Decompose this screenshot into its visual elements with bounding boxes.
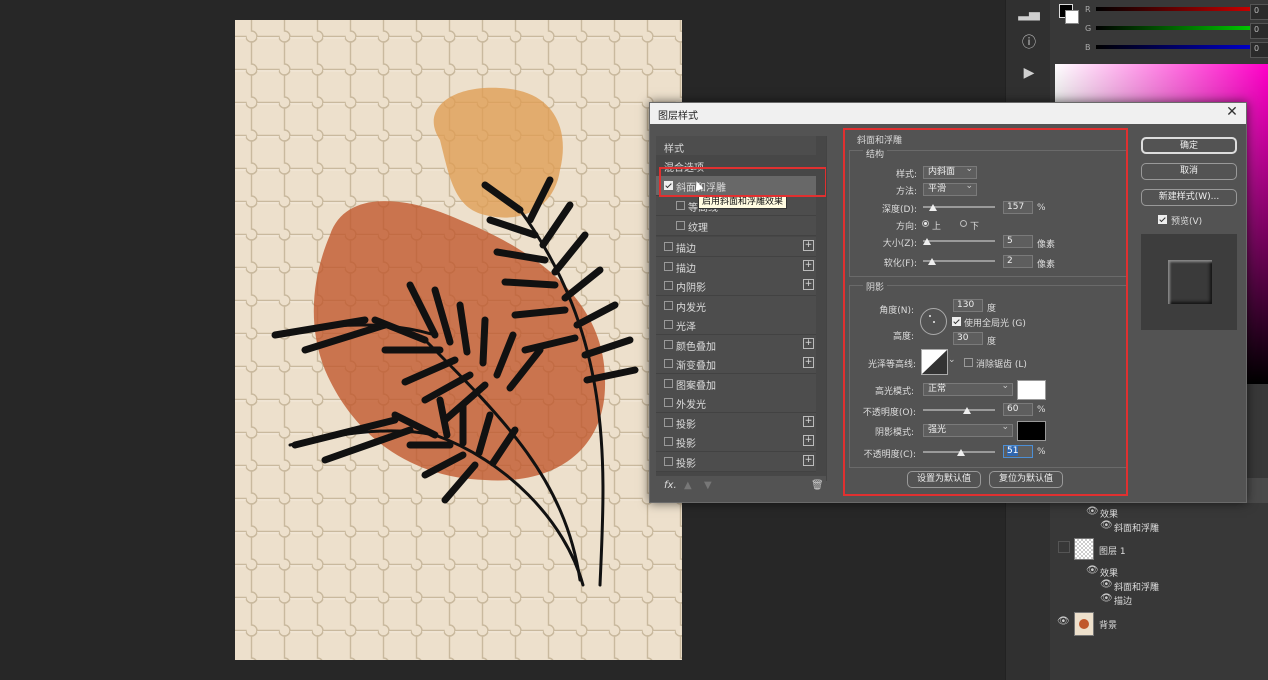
g-value[interactable]: 0 bbox=[1250, 23, 1268, 39]
document-canvas[interactable] bbox=[235, 20, 682, 660]
checkbox[interactable] bbox=[664, 359, 673, 368]
checkbox[interactable] bbox=[664, 437, 673, 446]
visibility-toggle[interactable] bbox=[1058, 541, 1070, 553]
style-item[interactable]: 外发光 bbox=[656, 393, 816, 413]
add-icon[interactable]: + bbox=[803, 357, 814, 368]
eye-icon[interactable]: 👁 bbox=[1086, 565, 1099, 576]
g-label: G bbox=[1085, 24, 1092, 33]
r-value[interactable]: 0 bbox=[1250, 4, 1268, 20]
checkbox[interactable] bbox=[676, 221, 685, 230]
checkbox[interactable] bbox=[664, 417, 673, 427]
layer-style-dialog: 图层样式 ✕ 样式 混合选项 斜面和浮雕 等高线 纹理 描边+描边+内阴影+内发… bbox=[649, 102, 1247, 503]
play-icon[interactable]: ▶ bbox=[1016, 62, 1042, 84]
eye-icon[interactable]: 👁 bbox=[1100, 579, 1113, 590]
b-slider[interactable] bbox=[1096, 45, 1268, 49]
styles-header[interactable]: 样式 bbox=[656, 136, 816, 155]
style-item[interactable]: 光泽 bbox=[656, 315, 816, 335]
style-item-label: 内发光 bbox=[676, 302, 706, 314]
new-style-button[interactable]: 新建样式(W)... bbox=[1141, 189, 1237, 206]
eye-icon[interactable]: 👁 bbox=[1086, 506, 1099, 517]
highlight-box-left bbox=[659, 167, 827, 197]
checkbox[interactable] bbox=[664, 456, 673, 466]
style-item-label: 外发光 bbox=[676, 400, 706, 411]
layer-name[interactable]: 图层 1 bbox=[1099, 544, 1126, 557]
preview-swatch bbox=[1168, 260, 1212, 304]
tooltip: 启用斜面和浮雕效果 bbox=[698, 196, 788, 209]
style-item[interactable]: 内阴影 + bbox=[656, 276, 816, 296]
style-item-label: 描边 bbox=[676, 263, 696, 275]
checkbox[interactable] bbox=[676, 201, 685, 210]
layer-row-background[interactable]: 👁 背景 bbox=[1050, 610, 1268, 636]
style-item-label: 投影 bbox=[676, 439, 696, 450]
layer-name[interactable]: 背景 bbox=[1099, 618, 1117, 631]
style-item-label: 投影 bbox=[676, 458, 696, 470]
style-item[interactable]: 图案叠加 bbox=[656, 373, 816, 394]
checkbox[interactable] bbox=[664, 339, 673, 349]
preview-box bbox=[1141, 234, 1237, 330]
r-label: R bbox=[1085, 5, 1091, 14]
divider bbox=[826, 136, 827, 481]
checkbox[interactable] bbox=[664, 398, 673, 407]
histogram-icon[interactable]: ▂▄ bbox=[1016, 2, 1042, 24]
cancel-button[interactable]: 取消 bbox=[1141, 163, 1237, 180]
add-icon[interactable]: + bbox=[803, 240, 814, 251]
add-icon[interactable]: + bbox=[803, 279, 814, 290]
style-item-texture[interactable]: 纹理 bbox=[656, 216, 816, 236]
checkbox[interactable] bbox=[664, 320, 673, 329]
eye-icon[interactable]: 👁 bbox=[1100, 520, 1113, 531]
dialog-titlebar[interactable]: 图层样式 ✕ bbox=[650, 103, 1246, 124]
style-item-label: 内阴影 bbox=[676, 283, 706, 294]
fx-icon[interactable]: fx. bbox=[664, 480, 677, 491]
checkbox[interactable] bbox=[664, 281, 673, 290]
style-item-label: 描边 bbox=[676, 244, 696, 255]
eye-icon[interactable]: 👁 bbox=[1057, 616, 1070, 627]
style-item[interactable]: 描边 + bbox=[656, 237, 816, 257]
close-icon[interactable]: ✕ bbox=[1224, 104, 1240, 120]
artwork bbox=[235, 20, 682, 660]
add-icon[interactable]: + bbox=[803, 337, 814, 349]
layer-row-layer1[interactable]: 图层 1 bbox=[1050, 536, 1268, 562]
add-icon[interactable]: + bbox=[803, 415, 814, 427]
style-item[interactable]: 投影 + bbox=[656, 451, 816, 472]
preview-label: 预览(V) bbox=[1171, 217, 1203, 227]
style-item[interactable]: 渐变叠加 + bbox=[656, 354, 816, 374]
background-swatch[interactable] bbox=[1065, 10, 1079, 24]
layer-thumbnail bbox=[1074, 538, 1094, 560]
move-up-icon[interactable]: ▲ bbox=[684, 480, 692, 491]
style-item-label: 渐变叠加 bbox=[676, 361, 716, 372]
b-label: B bbox=[1085, 43, 1091, 52]
g-slider[interactable] bbox=[1096, 26, 1268, 30]
add-icon[interactable]: + bbox=[803, 259, 814, 271]
eye-icon[interactable]: 👁 bbox=[1100, 593, 1113, 604]
style-item[interactable]: 颜色叠加 + bbox=[656, 334, 816, 355]
r-slider[interactable] bbox=[1096, 7, 1268, 11]
style-item-label: 图案叠加 bbox=[676, 380, 716, 392]
style-item-label: 颜色叠加 bbox=[676, 341, 716, 353]
ok-button[interactable]: 确定 bbox=[1141, 137, 1237, 154]
style-item[interactable]: 内发光 bbox=[656, 295, 816, 316]
checkbox[interactable] bbox=[664, 242, 673, 251]
layer-thumbnail bbox=[1074, 612, 1094, 636]
checkbox[interactable] bbox=[664, 261, 673, 271]
add-icon[interactable]: + bbox=[803, 454, 814, 466]
highlight-box-right bbox=[843, 128, 1128, 496]
style-item[interactable]: 投影 + bbox=[656, 432, 816, 452]
style-item-label: 光泽 bbox=[676, 322, 696, 333]
dialog-title: 图层样式 bbox=[658, 111, 698, 122]
preview-checkbox[interactable] bbox=[1158, 215, 1167, 224]
checkbox[interactable] bbox=[664, 378, 673, 388]
style-item[interactable]: 投影 + bbox=[656, 412, 816, 433]
info-icon[interactable]: ⓘ bbox=[1016, 32, 1042, 54]
style-item-label: 投影 bbox=[676, 419, 696, 431]
style-item[interactable]: 描边 + bbox=[656, 256, 816, 277]
add-icon[interactable]: + bbox=[803, 435, 814, 446]
b-value[interactable]: 0 bbox=[1250, 42, 1268, 58]
move-down-icon[interactable]: ▼ bbox=[704, 480, 712, 491]
checkbox[interactable] bbox=[664, 300, 673, 310]
trash-icon[interactable]: 🗑 bbox=[811, 480, 824, 491]
